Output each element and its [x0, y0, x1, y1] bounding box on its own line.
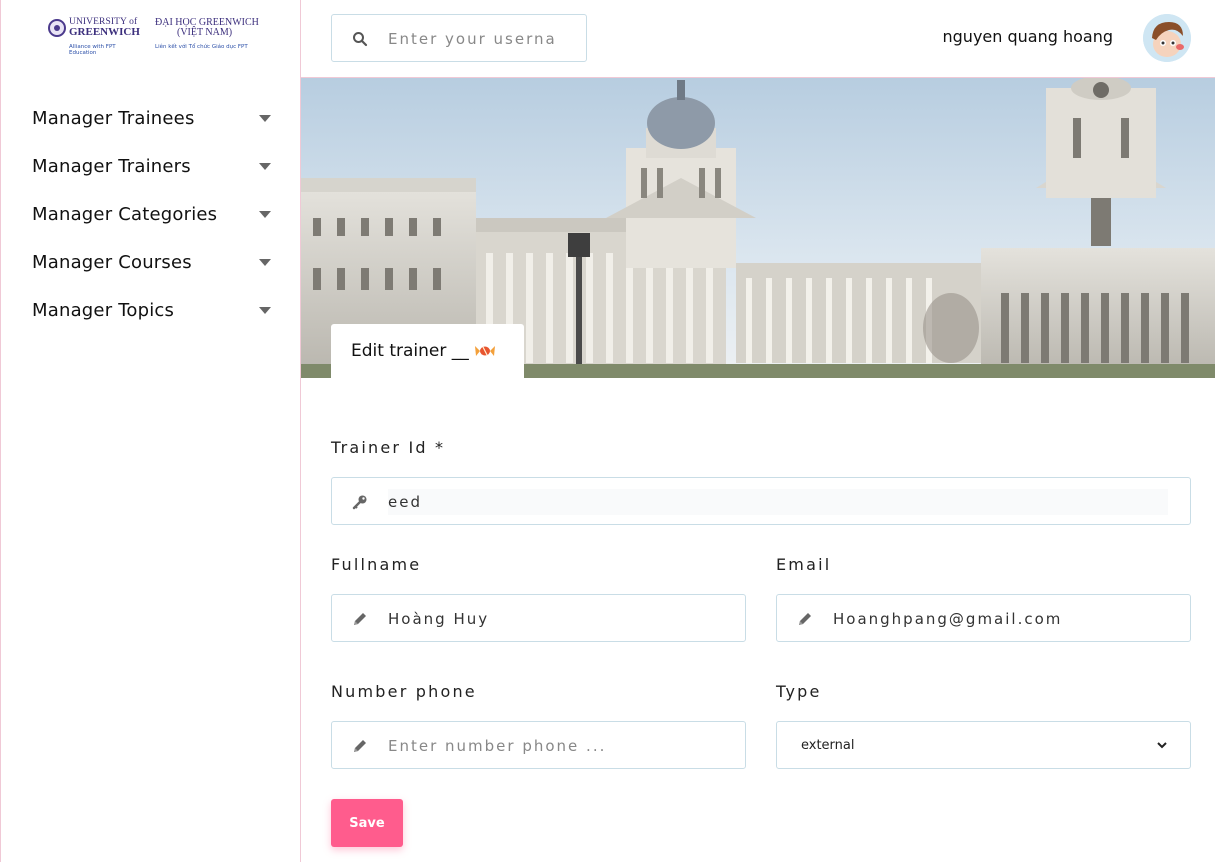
sidebar-item-trainers[interactable]: Manager Trainers: [1, 142, 301, 190]
banner: Edit trainer __: [301, 78, 1215, 378]
fullname-label: Fullname: [331, 555, 422, 574]
sidebar-item-label: Manager Topics: [32, 299, 175, 321]
sidebar-item-categories[interactable]: Manager Categories: [1, 190, 301, 238]
chevron-down-icon: [1157, 742, 1167, 749]
caret-down-icon: [259, 307, 271, 314]
logo[interactable]: UNIVERSITY of GREENWICH Alliance with FP…: [45, 14, 261, 60]
page-title-tab: Edit trainer __: [331, 324, 524, 378]
logo-text: (VIỆT NAM): [177, 27, 233, 38]
caret-down-icon: [259, 115, 271, 122]
logo-university-of-greenwich: UNIVERSITY of GREENWICH Alliance with FP…: [45, 16, 141, 56]
email-label: Email: [776, 555, 832, 574]
type-label: Type: [776, 682, 822, 701]
app-root: UNIVERSITY of GREENWICH Alliance with FP…: [0, 0, 1215, 862]
trainer-id-label: Trainer Id *: [331, 438, 446, 457]
pencil-icon: [354, 613, 366, 625]
type-select[interactable]: external: [776, 721, 1191, 769]
caret-down-icon: [259, 163, 271, 170]
candy-icon: [474, 346, 495, 356]
key-icon: [352, 495, 367, 510]
phone-label: Number phone: [331, 682, 477, 701]
trainer-id-field: [331, 477, 1191, 525]
logo-tagline-text: Alliance with FPT Education: [69, 44, 116, 56]
page-title: Edit trainer __: [351, 341, 469, 361]
logo-tagline: Alliance with FPT Education: [69, 44, 141, 56]
email-field: [776, 594, 1191, 642]
search-box: [331, 14, 587, 62]
sidebar-item-label: Manager Trainers: [32, 155, 191, 177]
edit-trainer-form: Trainer Id * Fullname Email: [301, 378, 1215, 862]
username: nguyen quang hoang: [942, 27, 1114, 46]
phone-field: [331, 721, 746, 769]
email-input[interactable]: [833, 606, 1173, 632]
sidebar-item-topics[interactable]: Manager Topics: [1, 286, 301, 334]
logo-dai-hoc-greenwich: ĐẠI HỌC GREENWICH (VIỆT NAM) Liên kết vớ…: [155, 16, 261, 56]
pencil-icon: [799, 613, 811, 625]
fullname-field: [331, 594, 746, 642]
phone-input[interactable]: [388, 733, 728, 759]
sidebar-item-courses[interactable]: Manager Courses: [1, 238, 301, 286]
fullname-input[interactable]: [388, 606, 728, 632]
seal-icon: [48, 19, 66, 37]
avatar[interactable]: [1143, 14, 1191, 62]
pencil-icon: [354, 740, 366, 752]
logo-tagline: Liên kết với Tổ chức Giáo dục FPT: [155, 44, 248, 50]
caret-down-icon: [259, 259, 271, 266]
type-select-value: external: [801, 738, 855, 753]
trainer-id-input[interactable]: [388, 489, 1168, 515]
top-bar: nguyen quang hoang: [301, 0, 1215, 78]
avatar-icon: [1143, 14, 1191, 62]
sidebar-item-label: Manager Trainees: [32, 107, 195, 129]
search-input[interactable]: [388, 27, 578, 51]
sidebar-item-label: Manager Categories: [32, 203, 218, 225]
sidebar-item-label: Manager Courses: [32, 251, 192, 273]
caret-down-icon: [259, 211, 271, 218]
save-button[interactable]: Save: [331, 799, 403, 847]
sidebar-item-trainees[interactable]: Manager Trainees: [1, 94, 301, 142]
logo-text: GREENWICH: [69, 26, 140, 38]
sidebar: UNIVERSITY of GREENWICH Alliance with FP…: [0, 0, 301, 862]
sidebar-nav: Manager Trainees Manager Trainers Manage…: [1, 94, 301, 334]
search-icon: [353, 32, 368, 47]
